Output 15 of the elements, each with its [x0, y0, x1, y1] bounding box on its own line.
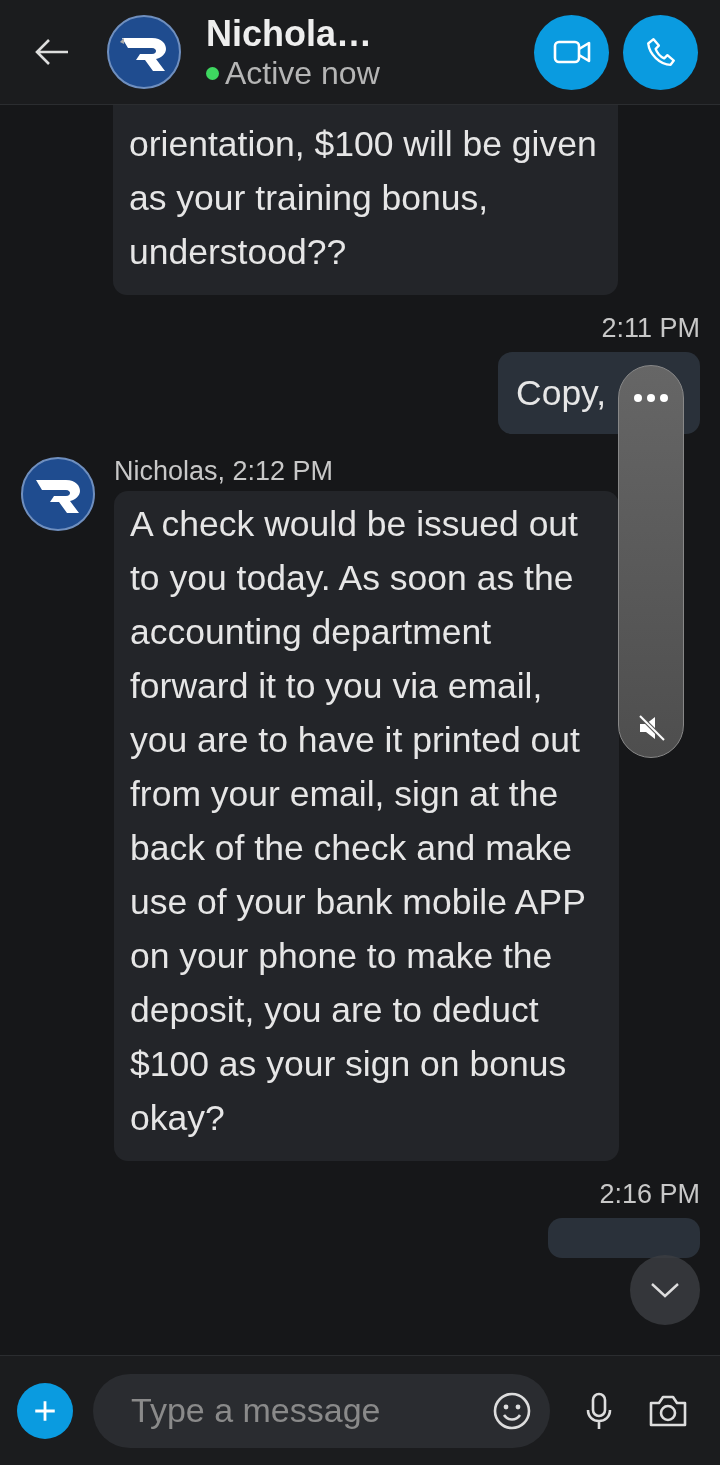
timestamp: 2:16 PM: [599, 1179, 700, 1210]
contact-name: Nichola…: [206, 12, 374, 55]
sender-line: Nicholas, 2:12 PM: [114, 456, 335, 487]
emoji-icon[interactable]: [492, 1390, 532, 1431]
microphone-icon[interactable]: [584, 1390, 614, 1431]
timestamp: 2:11 PM: [601, 313, 700, 344]
more-icon[interactable]: [633, 393, 669, 403]
message-bubble: orientation, $100 will be given as your training bonus, understood??: [113, 105, 618, 295]
mute-icon[interactable]: [636, 713, 666, 743]
phone-icon: [644, 36, 677, 68]
status-text: Active now: [225, 54, 380, 92]
back-arrow-icon[interactable]: [34, 37, 70, 67]
chevron-down-icon: [650, 1282, 680, 1298]
message-input[interactable]: Type a message: [93, 1373, 550, 1448]
message-bubble: A check would be issued out to you today. As soon as the accounting department forward it to you via email, you are to have it printed out from your email, sign at the back of the check and make use of your bank mobile APP on your phone to make the deposit, you are to deduct $100 as your sign on bonus okay?: [114, 491, 619, 1161]
